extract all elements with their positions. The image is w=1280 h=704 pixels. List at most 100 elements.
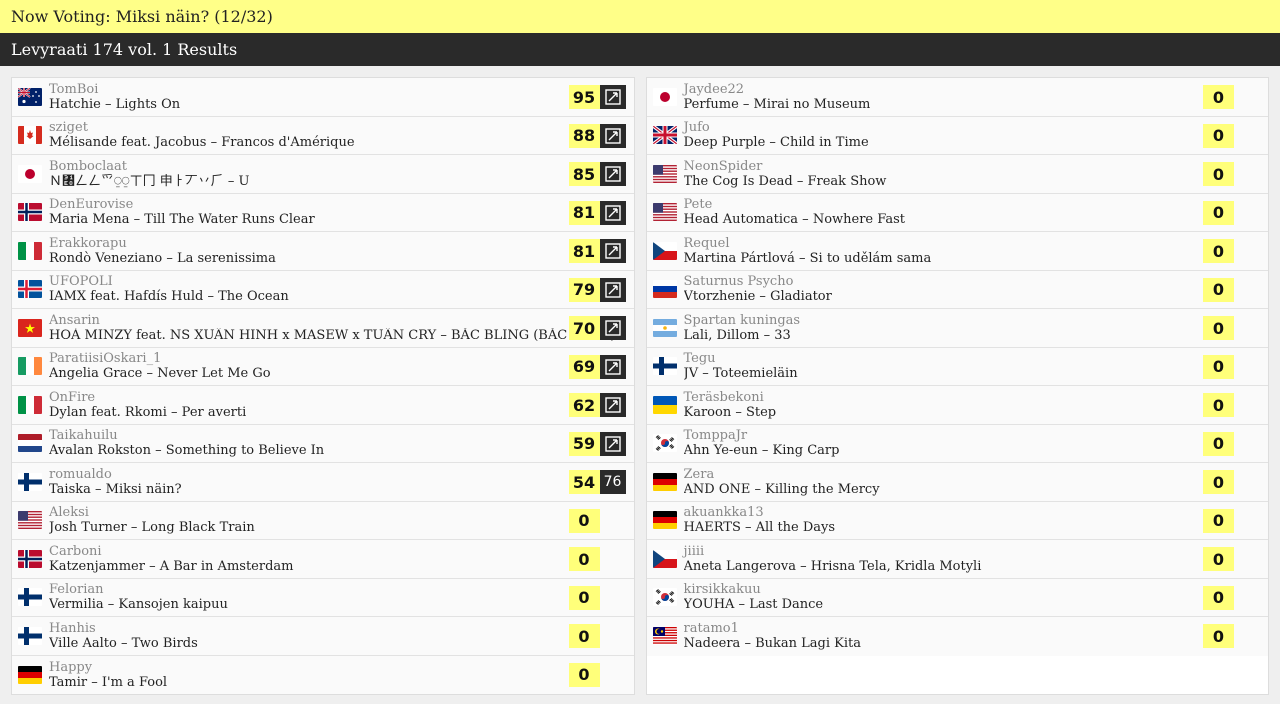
song-artist: Nadeera: [683, 636, 741, 652]
submitter-name: kirsikkakuu: [683, 582, 761, 598]
entry-info: Happy Tamir – I'm a Fool: [49, 660, 634, 690]
open-entry-icon[interactable]: [599, 393, 626, 417]
song-artist: Josh Turner: [49, 520, 127, 536]
song-line: Angelia Grace – Never Let Me Go: [49, 366, 634, 381]
result-row: Jufo Deep Purple – Child in Time 0: [646, 116, 1269, 155]
song-separator: –: [103, 597, 119, 613]
song-artist: Ｎ㇨ㄥㄥ爫⍜⍜ㄒ冂 申ㅏ丆丷⺁: [49, 173, 224, 189]
entry-info: Hanhis Ville Aalto – Two Birds: [49, 621, 634, 651]
song-title: Step: [745, 404, 777, 420]
submitter-name: Taikahuilu: [49, 428, 118, 444]
result-row: TomBoi Hatchie – Lights On 95: [12, 78, 634, 117]
open-entry-icon[interactable]: [599, 354, 626, 379]
flag-kr-icon: [652, 434, 677, 453]
song-artist: Ville Aalto: [49, 635, 117, 651]
score-badge: 81: [568, 239, 600, 263]
song-line: Ｎ㇨ㄥㄥ爫⍜⍜ㄒ冂 申ㅏ丆丷⺁ – U: [49, 174, 634, 189]
song-title: Mirai no Museum: [753, 96, 871, 112]
entry-info: Teräsbekoni Karoon – Step: [684, 390, 1269, 420]
song-title: Francos d'Amérique: [221, 135, 355, 151]
song-artist: Angelia Grace: [49, 366, 143, 382]
song-separator: –: [795, 558, 811, 574]
song-title: Si to udělám sama: [809, 250, 932, 266]
song-separator: –: [759, 327, 775, 343]
result-row: UFOPOLI IAMX feat. Hafdís Huld – The Ocea…: [12, 270, 634, 309]
song-separator: –: [798, 212, 813, 228]
flag-de-icon: [18, 665, 42, 684]
results-header: Levyraati 174 vol. 1 Results: [0, 33, 1280, 66]
submitter-name: Hanhis: [49, 620, 96, 636]
result-row: sziget Mélisande feat. Jacobus – Francos …: [12, 116, 634, 155]
open-entry-icon[interactable]: [599, 123, 626, 148]
open-entry-icon[interactable]: [599, 316, 626, 340]
song-title: Child in Time: [780, 135, 869, 151]
song-line: JV – Toteemieläin: [684, 366, 1269, 381]
flag-ua-icon: [652, 395, 677, 414]
flag-fi-icon: [18, 588, 42, 607]
song-artist: HOÀ MINZY feat. NS XUÂN HINH x MASEW x T…: [49, 327, 437, 343]
entry-info: akuankka13 HAERTS – All the Days: [684, 505, 1269, 535]
song-line: Head Automatica – Nowhere Fast: [684, 212, 1269, 227]
song-line: HOÀ MINZY feat. NS XUÂN HINH x MASEW x T…: [49, 328, 634, 343]
flag-us-icon: [652, 203, 677, 222]
open-entry-icon[interactable]: [599, 431, 626, 456]
song-separator: –: [734, 597, 750, 613]
score-badge: 0: [1203, 547, 1234, 571]
score-badge: 59: [568, 431, 600, 456]
flag-jp-icon: [18, 164, 42, 183]
song-line: Karoon – Step: [684, 405, 1269, 420]
flag-nl-icon: [18, 434, 42, 453]
song-separator: –: [166, 404, 182, 420]
submitter-name: Tegu: [683, 351, 716, 367]
song-title: Per averti: [181, 404, 247, 420]
score-badge: 0: [1203, 277, 1234, 302]
result-row: ParatiisiOskari_1 Angelia Grace – Never L…: [12, 347, 634, 386]
now-voting-text: Now Voting: Miksi näin? (12/32): [11, 7, 273, 26]
entry-info: NeonSpider The Cog Is Dead – Freak Show: [684, 159, 1269, 189]
song-separator: –: [150, 443, 166, 459]
flag-jp-icon: [652, 87, 677, 106]
song-separator: –: [757, 443, 773, 459]
entry-info: Jufo Deep Purple – Child in Time: [684, 120, 1269, 150]
open-entry-icon[interactable]: [599, 85, 626, 109]
song-artist: Perfume: [683, 96, 739, 112]
score-badge: 0: [1203, 162, 1234, 186]
song-artist: Head Automatica: [683, 212, 799, 228]
song-line: Aneta Langerova – Hrisna Tela, Kridla Mo…: [684, 559, 1269, 574]
open-entry-icon[interactable]: [599, 239, 626, 263]
entry-info: Felorian Vermilia – Kansojen kaipuu: [49, 582, 634, 612]
result-row: OnFire Dylan feat. Rkomi – Per averti 62: [12, 386, 634, 425]
result-row: Pete Head Automatica – Nowhere Fast 0: [646, 193, 1269, 232]
score-badge: 0: [1203, 85, 1234, 109]
song-title: Two Birds: [131, 635, 198, 651]
results-title: Levyraati 174 vol. 1 Results: [11, 40, 238, 59]
song-line: Deep Purple – Child in Time: [684, 135, 1269, 150]
song-artist: Avalan Rokston: [49, 443, 151, 459]
result-row: Requel Martina Pártlová – Si to udělám sa…: [646, 232, 1269, 271]
score-badge: 54: [568, 470, 600, 494]
open-entry-icon[interactable]: [599, 200, 626, 225]
song-separator: –: [90, 481, 106, 497]
song-separator: –: [755, 289, 771, 305]
entry-info: Ansarin HOÀ MINZY feat. NS XUÂN HINH x MA…: [49, 313, 634, 343]
entry-info: OnFire Dylan feat. Rkomi – Per averti: [49, 390, 634, 420]
open-entry-icon[interactable]: [599, 277, 626, 302]
flag-us-icon: [18, 511, 42, 530]
entry-info: Requel Martina Pártlová – Si to udělám sa…: [684, 236, 1269, 266]
song-artist: Ahn Ye-eun: [683, 443, 758, 459]
song-line: YOUHA – Last Dance: [684, 597, 1269, 612]
submitter-name: sziget: [49, 120, 88, 136]
song-line: Avalan Rokston – Something to Believe In: [49, 443, 634, 458]
song-line: Tamir – I'm a Fool: [49, 675, 634, 690]
song-artist: Maria Mena: [49, 212, 130, 228]
results-list-right: Jaydee22 Perfume – Mirai no Museum 0 Jufo De…: [645, 77, 1269, 695]
song-line: Josh Turner – Long Black Train: [49, 520, 634, 535]
song-artist: Rondò Veneziano: [49, 250, 163, 266]
song-separator: –: [738, 96, 754, 112]
result-row: Happy Tamir – I'm a Fool 0: [12, 655, 634, 694]
open-entry-icon[interactable]: [599, 162, 626, 186]
song-artist: Hatchie: [49, 96, 101, 112]
song-artist: Taiska: [49, 481, 91, 497]
song-line: Rondò Veneziano – La serenissima: [49, 251, 634, 266]
entry-info: Pete Head Automatica – Nowhere Fast: [684, 197, 1269, 227]
